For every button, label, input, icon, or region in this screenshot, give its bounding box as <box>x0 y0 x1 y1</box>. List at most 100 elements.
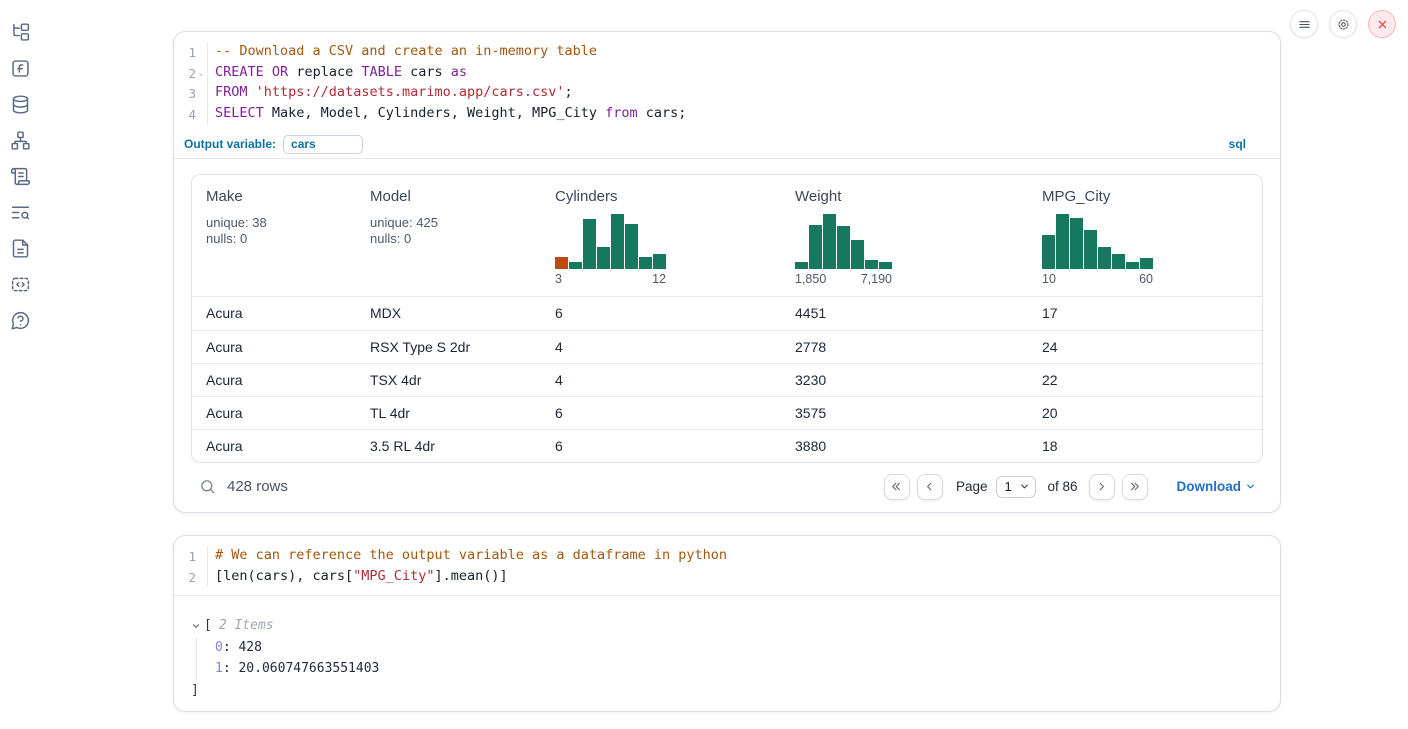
file-tree-icon[interactable] <box>10 22 31 43</box>
snippets-icon[interactable] <box>10 274 31 295</box>
column-label: MPG_City <box>1042 188 1252 205</box>
python-code-editor[interactable]: 1 # We can reference the output variable … <box>174 536 1280 587</box>
download-button[interactable]: Download <box>1177 479 1257 494</box>
table-cell: 4 <box>541 372 781 388</box>
code-token: -- Download a CSV and create an in-memor… <box>215 43 597 59</box>
histogram-bar <box>1098 247 1111 269</box>
table-row: AcuraMDX6445117 <box>192 297 1262 330</box>
line-number: 3 <box>174 83 196 104</box>
table-row: AcuraRSX Type S 2dr4277824 <box>192 330 1262 363</box>
code-line: 1 # We can reference the output variable … <box>174 546 1280 567</box>
fold-caret-icon[interactable]: ⌄ <box>196 63 206 84</box>
column-header-cylinders[interactable]: Cylinders312 <box>541 175 781 296</box>
documentation-icon[interactable] <box>10 238 31 259</box>
scratchpad-icon[interactable] <box>10 166 31 187</box>
column-header-mpg_city[interactable]: MPG_City 1060 <box>1028 175 1263 296</box>
search-icon[interactable] <box>199 478 216 495</box>
first-page-button[interactable] <box>884 474 910 500</box>
histogram-bar <box>851 240 864 269</box>
code-token: ].mean()] <box>434 568 507 584</box>
sql-code-editor[interactable]: 1 -- Download a CSV and create an in-memo… <box>174 32 1280 125</box>
help-icon[interactable] <box>10 310 31 331</box>
code-token: CREATE <box>215 64 264 80</box>
close-bracket: ] <box>191 680 1280 702</box>
column-stats: unique: 425nulls: 0 <box>370 215 527 248</box>
column-header-weight[interactable]: Weight1,8507,190 <box>781 175 1028 296</box>
output-list-item: 1: 20.060747663551403 <box>215 658 1280 680</box>
sql-cell: 1 -- Download a CSV and create an in-memo… <box>173 31 1281 513</box>
fold-gutter <box>196 83 206 104</box>
column-histogram: 1060 <box>1042 214 1252 286</box>
download-label: Download <box>1177 479 1242 494</box>
shutdown-button[interactable] <box>1368 10 1396 38</box>
last-page-button[interactable] <box>1122 474 1148 500</box>
collapse-caret-icon[interactable] <box>191 621 204 631</box>
code-token <box>248 84 256 100</box>
item-index: 0 <box>215 640 223 655</box>
code-token: SELECT <box>215 105 264 121</box>
table-footer: 428 rows Page 1 of 86 Download <box>174 463 1280 511</box>
window-controls <box>1290 10 1396 38</box>
histogram-min-label: 3 <box>555 272 562 286</box>
code-text: -- Download a CSV and create an in-memor… <box>207 42 597 63</box>
page-total-label: of 86 <box>1047 479 1077 494</box>
row-count: 428 rows <box>227 478 288 495</box>
line-number: 1 <box>174 42 196 63</box>
column-label: Weight <box>795 188 1014 205</box>
item-colon: : <box>223 661 239 676</box>
code-line: 4 SELECT Make, Model, Cylinders, Weight, … <box>174 104 1280 125</box>
histogram-bar <box>555 257 568 269</box>
next-page-button[interactable] <box>1089 474 1115 500</box>
functions-icon[interactable] <box>10 58 31 79</box>
column-stats: unique: 38nulls: 0 <box>206 215 342 248</box>
table-cell: RSX Type S 2dr <box>356 339 541 355</box>
outline-search-icon[interactable] <box>10 202 31 223</box>
histogram-bar <box>1126 262 1139 269</box>
table-cell: 3575 <box>781 405 1028 421</box>
histogram-max-label: 7,190 <box>861 272 892 286</box>
sidebar <box>10 22 31 331</box>
histogram-bar <box>795 262 808 269</box>
output-list-item: 0: 428 <box>215 637 1280 659</box>
menu-button[interactable] <box>1290 10 1318 38</box>
settings-button[interactable] <box>1329 10 1357 38</box>
page-label: Page <box>956 479 988 494</box>
column-header-make[interactable]: Makeunique: 38nulls: 0 <box>192 175 356 296</box>
code-token: [len(cars), cars[ <box>215 568 353 584</box>
page-select-value: 1 <box>1004 479 1011 494</box>
histogram-max-label: 60 <box>1139 272 1153 286</box>
output-variable-input[interactable] <box>283 135 363 154</box>
column-header-model[interactable]: Modelunique: 425nulls: 0 <box>356 175 541 296</box>
item-value: 428 <box>238 640 261 655</box>
code-text: # We can reference the output variable a… <box>207 546 727 567</box>
table-cell: Acura <box>192 405 356 421</box>
table-cell: 3880 <box>781 438 1028 454</box>
page-select[interactable]: 1 <box>996 476 1036 498</box>
histogram-bar <box>639 257 652 269</box>
line-number: 2 <box>174 567 196 588</box>
line-number: 1 <box>174 546 196 567</box>
table-cell: 4 <box>541 339 781 355</box>
table-body: AcuraMDX6445117AcuraRSX Type S 2dr427782… <box>192 297 1262 462</box>
code-token: cars; <box>638 105 687 121</box>
dependency-graph-icon[interactable] <box>10 130 31 151</box>
python-output: [ 2 Items 0: 4281: 20.060747663551403 ] <box>174 596 1280 701</box>
chevron-down-icon <box>1245 481 1256 492</box>
datasources-icon[interactable] <box>10 94 31 115</box>
line-number: 4 <box>174 104 196 125</box>
table-cell: 22 <box>1028 372 1263 388</box>
prev-page-button[interactable] <box>917 474 943 500</box>
fold-gutter <box>196 567 206 588</box>
code-token: as <box>451 64 467 80</box>
code-token: Make, Model, Cylinders, Weight, MPG_City <box>264 105 605 121</box>
histogram-bar <box>823 214 836 269</box>
code-token: replace <box>288 64 361 80</box>
code-token <box>264 64 272 80</box>
code-line: 3FROM 'https://datasets.marimo.app/cars.… <box>174 83 1280 104</box>
histogram-bar <box>1056 214 1069 269</box>
table-cell: 3230 <box>781 372 1028 388</box>
column-stat: unique: 38 <box>206 215 342 232</box>
language-badge[interactable]: sql <box>1229 137 1246 151</box>
code-token: TABLE <box>361 64 402 80</box>
histogram-bar <box>879 262 892 269</box>
